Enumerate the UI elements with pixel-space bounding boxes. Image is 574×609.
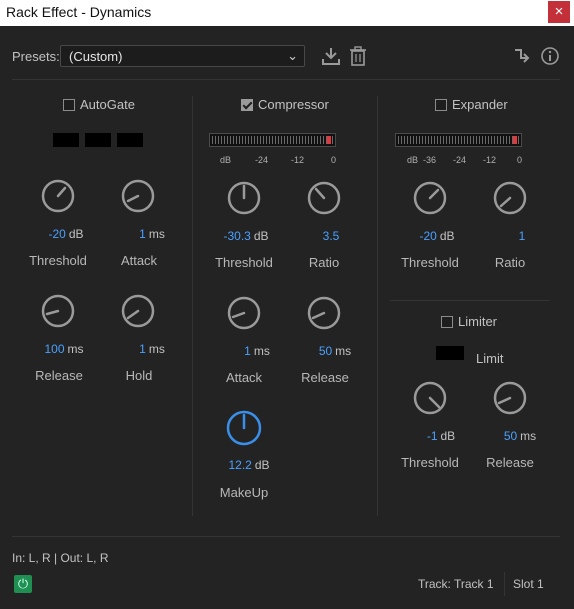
window-title: Rack Effect - Dynamics	[6, 4, 152, 20]
autogate-threshold-value[interactable]: -20 dB	[48, 227, 83, 241]
compressor-attack-value[interactable]: 1 ms	[244, 344, 270, 358]
expander-checkbox[interactable]	[435, 98, 447, 111]
expander-threshold-value[interactable]: -20 dB	[419, 229, 454, 243]
column-divider-right	[377, 96, 378, 516]
compressor-makeup-value[interactable]: 12.2 dB	[228, 458, 269, 472]
close-button[interactable]: ×	[548, 1, 570, 23]
track-label: Track: Track 1	[418, 577, 494, 591]
expander-meter	[395, 133, 522, 147]
compressor-label: Compressor	[258, 97, 329, 112]
compressor-checkbox[interactable]	[241, 98, 253, 111]
compressor-scale-0: 0	[331, 155, 337, 165]
limit-indicator	[436, 346, 464, 360]
slot-label: Slot 1	[513, 577, 544, 591]
presets-dropdown[interactable]: (Custom) ⌄	[60, 45, 305, 67]
limiter-label: Limiter	[458, 314, 498, 329]
limiter-checkbox[interactable]	[441, 315, 453, 328]
autogate-attack-knob[interactable]	[121, 179, 155, 213]
compressor-meter	[209, 133, 336, 147]
limiter-threshold-label: Threshold	[401, 455, 459, 470]
routing-icon[interactable]	[512, 46, 532, 66]
autogate-release-value[interactable]: 100 ms	[44, 342, 83, 356]
compressor-ratio-knob[interactable]	[307, 181, 341, 215]
autogate-checkbox[interactable]	[63, 98, 75, 111]
expander-scale-24: -24	[453, 155, 467, 165]
autogate-indicator-2	[85, 133, 111, 147]
expander-label: Expander	[452, 97, 508, 112]
expander-ratio-label: Ratio	[494, 255, 526, 270]
title-bar: Rack Effect - Dynamics ×	[0, 0, 574, 26]
presets-label: Presets:	[12, 49, 60, 64]
compressor-makeup-knob[interactable]	[226, 410, 262, 446]
compressor-ratio-value[interactable]: 3.5	[323, 229, 340, 243]
autogate-hold-label: Hold	[125, 368, 153, 383]
autogate-label: AutoGate	[80, 97, 135, 112]
autogate-toggle[interactable]: AutoGate	[63, 97, 135, 112]
compressor-makeup-label: MakeUp	[219, 485, 269, 500]
header-divider	[12, 79, 560, 80]
expander-scale-db: dB	[407, 155, 419, 165]
expander-scale-12: -12	[483, 155, 497, 165]
footer-divider	[12, 536, 560, 537]
autogate-threshold-label: Threshold	[29, 253, 87, 268]
compressor-threshold-value[interactable]: -30.3 dB	[223, 229, 268, 243]
compressor-scale-12: -12	[291, 155, 305, 165]
limiter-threshold-knob[interactable]	[413, 381, 447, 415]
autogate-indicator-1	[53, 133, 79, 147]
compressor-attack-label: Attack	[225, 370, 263, 385]
compressor-threshold-knob[interactable]	[227, 181, 261, 215]
io-routing-label: In: L, R | Out: L, R	[12, 551, 109, 565]
autogate-hold-knob[interactable]	[121, 294, 155, 328]
compressor-scale-db: dB	[220, 155, 232, 165]
expander-scale-0: 0	[517, 155, 523, 165]
limiter-release-knob[interactable]	[493, 381, 527, 415]
presets-value: (Custom)	[69, 49, 123, 64]
compressor-threshold-label: Threshold	[215, 255, 273, 270]
chevron-down-icon: ⌄	[287, 48, 298, 63]
compressor-toggle[interactable]: Compressor	[241, 97, 329, 112]
expander-scale-36: -36	[423, 155, 437, 165]
compressor-ratio-label: Ratio	[308, 255, 340, 270]
limit-label: Limit	[476, 351, 504, 366]
compressor-release-label: Release	[301, 370, 349, 385]
expander-threshold-label: Threshold	[401, 255, 459, 270]
autogate-release-knob[interactable]	[41, 294, 75, 328]
compressor-release-value[interactable]: 50 ms	[319, 344, 351, 358]
expander-ratio-value[interactable]: 1	[519, 229, 526, 243]
autogate-indicator-3	[117, 133, 143, 147]
save-preset-icon[interactable]	[320, 45, 342, 67]
footer-divider-vertical	[504, 572, 505, 596]
limiter-toggle[interactable]: Limiter	[441, 314, 497, 329]
expander-threshold-knob[interactable]	[413, 181, 447, 215]
compressor-attack-knob[interactable]	[227, 296, 261, 330]
autogate-attack-label: Attack	[120, 253, 158, 268]
limiter-divider	[390, 300, 550, 301]
autogate-hold-value[interactable]: 1 ms	[139, 342, 165, 356]
limiter-release-label: Release	[486, 455, 534, 470]
expander-toggle[interactable]: Expander	[435, 97, 508, 112]
info-icon[interactable]	[540, 46, 560, 66]
autogate-attack-value[interactable]: 1 ms	[139, 227, 165, 241]
expander-ratio-knob[interactable]	[493, 181, 527, 215]
compressor-scale-24: -24	[255, 155, 269, 165]
autogate-release-label: Release	[35, 368, 83, 383]
limiter-threshold-value[interactable]: -1 dB	[427, 429, 455, 443]
delete-preset-icon[interactable]	[348, 45, 368, 67]
column-divider-left	[192, 96, 193, 516]
compressor-release-knob[interactable]	[307, 296, 341, 330]
limiter-release-value[interactable]: 50 ms	[504, 429, 536, 443]
power-icon[interactable]: ⏻	[14, 575, 32, 593]
autogate-threshold-knob[interactable]	[41, 179, 75, 213]
